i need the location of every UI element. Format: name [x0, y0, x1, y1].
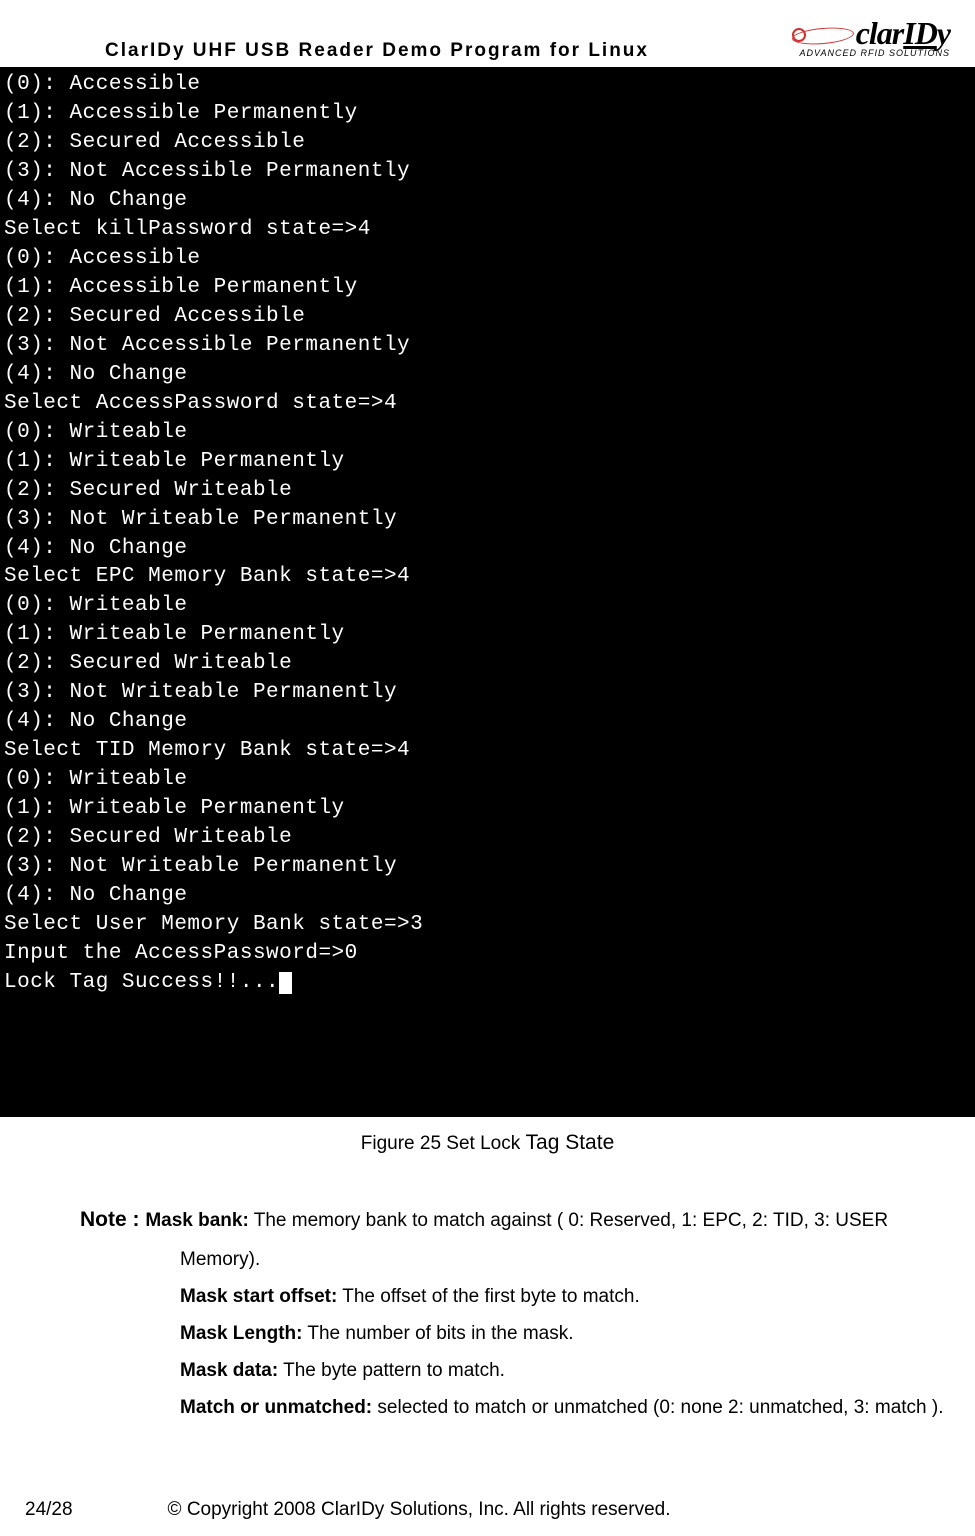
note-line-4: Match or unmatched: selected to match or…: [80, 1389, 950, 1426]
note-line-2: Mask Length: The number of bits in the m…: [80, 1315, 950, 1352]
page-number: 24/28: [25, 1499, 73, 1521]
logo-tagline: ADVANCED RFID SOLUTIONS: [799, 48, 950, 58]
note-line-3: Mask data: The byte pattern to match.: [80, 1352, 950, 1389]
note-line-0-cont: Memory).: [80, 1241, 950, 1278]
logo-swoosh-icon: [792, 18, 852, 48]
figure-caption: Figure 25 Set Lock Tag State: [25, 1131, 950, 1155]
logo-wordmark: clarIDy: [856, 15, 950, 52]
note-line-1: Mask start offset: The offset of the fir…: [80, 1278, 950, 1315]
terminal-cursor-icon: [279, 972, 292, 994]
copyright-text: © Copyright 2008 ClarIDy Solutions, Inc.…: [168, 1499, 671, 1521]
note-line-0: Note : Mask bank: The memory bank to mat…: [80, 1200, 950, 1241]
terminal-output: (0): Accessible (1): Accessible Permanen…: [0, 67, 975, 1117]
notes-section: Note : Mask bank: The memory bank to mat…: [25, 1200, 950, 1426]
document-title: ClarIDy UHF USB Reader Demo Program for …: [25, 40, 649, 62]
brand-logo: clarIDy ADVANCED RFID SOLUTIONS: [792, 15, 950, 58]
